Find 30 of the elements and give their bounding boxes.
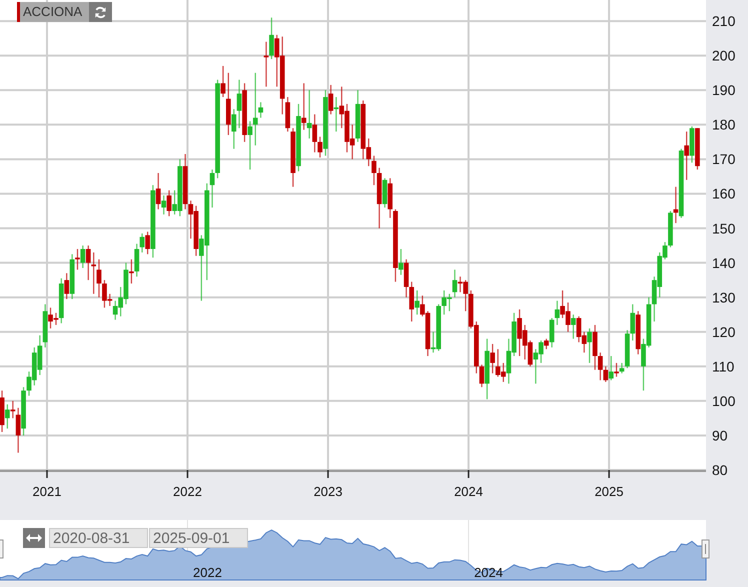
axis-label: 2021 [32,484,62,499]
axis-label: 2024 [474,565,503,580]
axis-label: 190 [712,82,736,98]
axis-label: 2025 [594,484,624,499]
axis-label: 80 [712,462,728,478]
end-date-field[interactable]: 2025-09-01 [149,528,248,548]
axis-label: 180 [712,116,736,133]
axis-label: 2022 [193,565,222,580]
axis-label: 140 [712,254,736,271]
range-button[interactable] [23,528,45,548]
axis-label: 170 [712,151,736,168]
axis-label: 160 [712,186,736,202]
double-arrow-icon [26,534,42,542]
axis-label: 120 [712,324,736,340]
axis-label: 2024 [454,484,483,499]
refresh-icon [94,6,108,18]
axis-label: 200 [712,48,736,64]
scroll-handle[interactable] [702,540,710,558]
scroll-handle[interactable] [0,540,4,558]
axis-label: 2022 [173,484,202,499]
axis-label: 100 [712,392,736,409]
axis-label: 90 [712,427,728,444]
refresh-button[interactable] [89,2,112,22]
axis-label: 210 [712,13,736,30]
axis-label: 130 [712,289,736,306]
axis-label: 150 [712,220,736,236]
series-label: ACCIONA [17,2,90,22]
axis-label: 2023 [314,484,342,499]
start-date-field[interactable]: 2020-08-31 [49,528,148,548]
axis-label: 110 [712,358,734,374]
